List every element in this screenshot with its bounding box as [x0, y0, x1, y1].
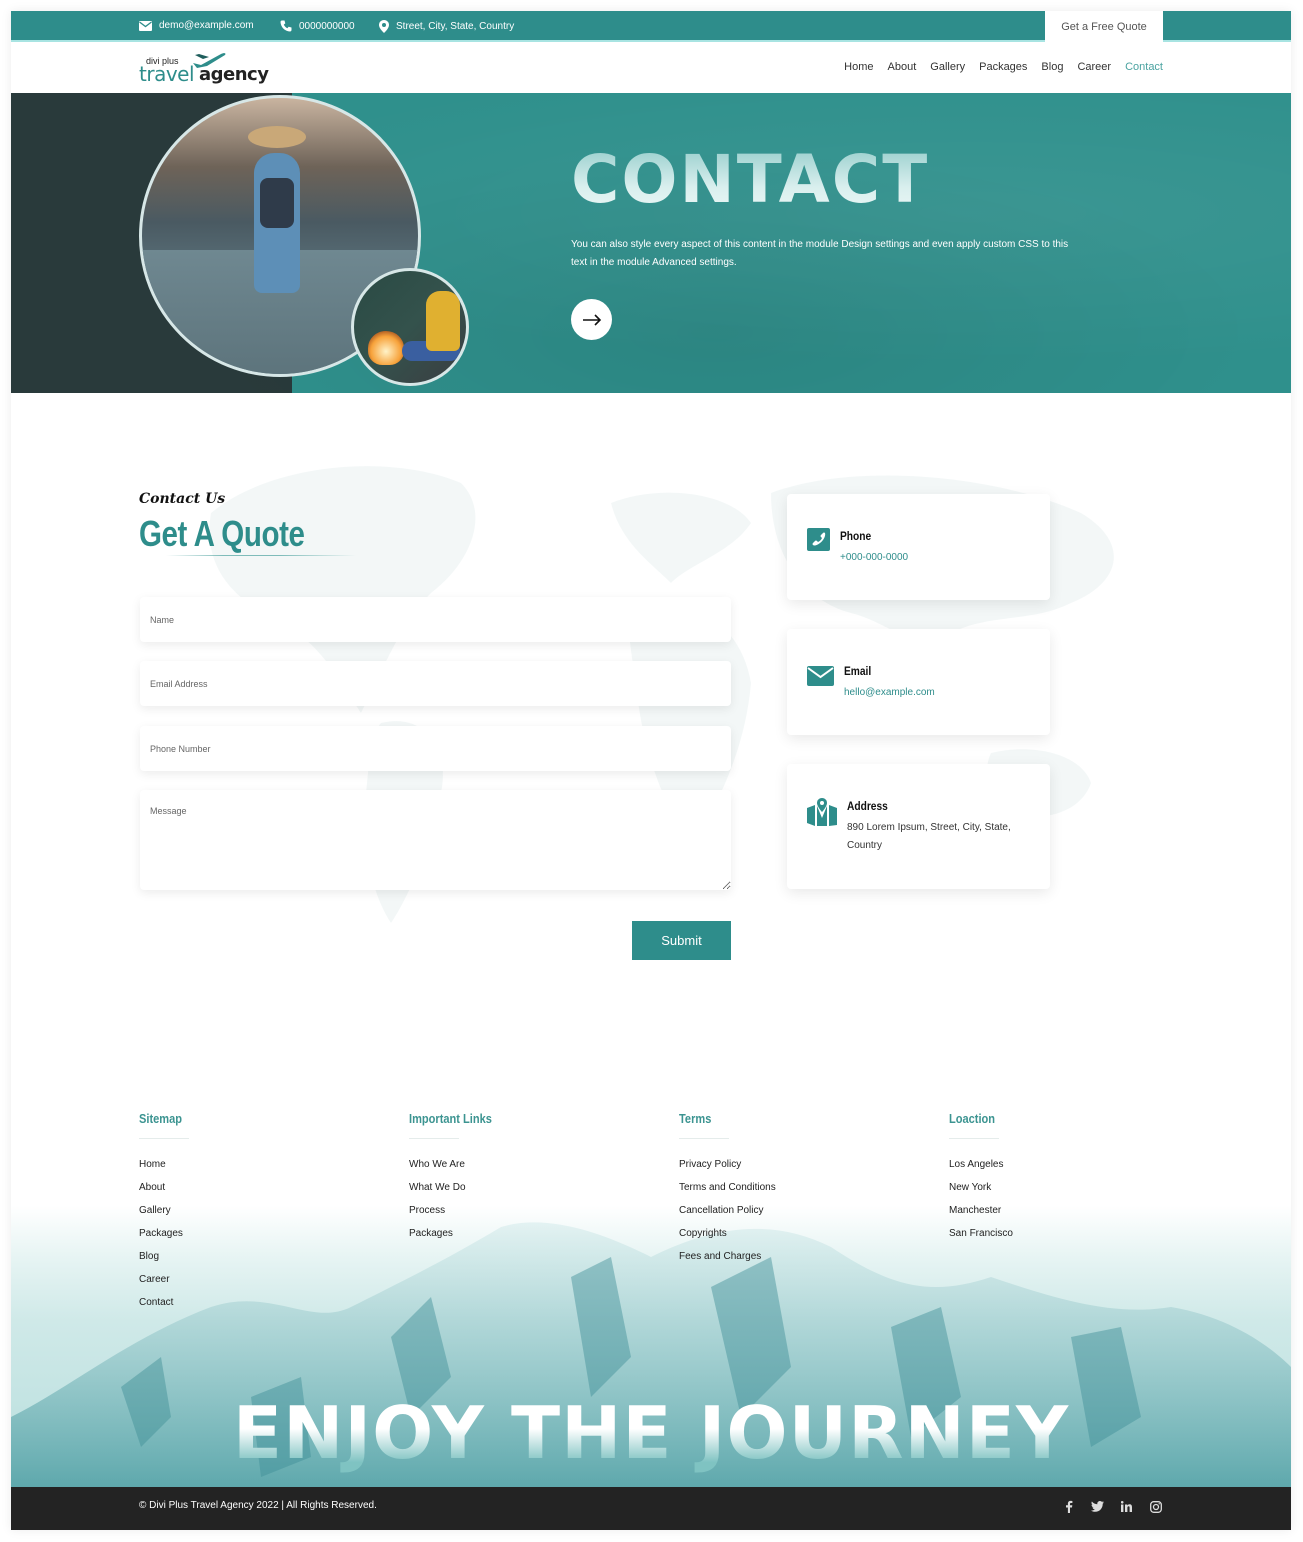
footer-link[interactable]: Blog: [139, 1251, 359, 1274]
nav-packages[interactable]: Packages: [979, 61, 1027, 73]
hero-description: You can also style every aspect of this …: [571, 239, 1069, 268]
hero-banner: CONTACT You can also style every aspect …: [11, 93, 1291, 393]
topbar-address-text: Street, City, State, Country: [396, 21, 515, 32]
address-card-title: Address: [847, 799, 888, 813]
nav-about[interactable]: About: [888, 61, 917, 73]
email-icon: [807, 666, 834, 686]
footer-link[interactable]: Career: [139, 1274, 359, 1297]
submit-button[interactable]: Submit: [632, 921, 731, 960]
address-card: Address 890 Lorem Ipsum, Street, City, S…: [787, 764, 1050, 889]
topbar-phone[interactable]: 0000000000: [280, 20, 355, 32]
nav-contact[interactable]: Contact: [1125, 61, 1163, 73]
nav-gallery[interactable]: Gallery: [930, 61, 965, 73]
footer-link[interactable]: Who We Are: [409, 1159, 629, 1182]
footer-column-terms: Terms Privacy Policy Terms and Condition…: [679, 1111, 899, 1274]
phone-icon: [280, 20, 292, 32]
email-card-value[interactable]: hello@example.com: [844, 687, 935, 698]
footer-link[interactable]: About: [139, 1182, 359, 1205]
contact-section: Contact Us Get A Quote Submit Phone +000…: [11, 393, 1291, 1073]
name-field[interactable]: [140, 597, 731, 642]
footer-link[interactable]: Packages: [409, 1228, 629, 1251]
arrow-right-icon: [582, 313, 601, 326]
footer-heading: Loaction: [949, 1111, 996, 1126]
heading-underline: [409, 1138, 459, 1139]
main-nav: Home About Gallery Packages Blog Career …: [830, 61, 1163, 73]
logo-agency-text: agency: [199, 64, 269, 85]
footer-link[interactable]: Contact: [139, 1297, 359, 1320]
footer-link[interactable]: Home: [139, 1159, 359, 1182]
hero-arrow-button[interactable]: [571, 299, 612, 340]
topbar-phone-text: 0000000000: [299, 20, 355, 32]
topbar-email[interactable]: demo@example.com: [139, 20, 254, 31]
email-card-title: Email: [844, 664, 872, 678]
nav-blog[interactable]: Blog: [1041, 61, 1063, 73]
footer-link[interactable]: Copyrights: [679, 1228, 899, 1251]
footer-link[interactable]: What We Do: [409, 1182, 629, 1205]
nav-home[interactable]: Home: [844, 61, 873, 73]
envelope-icon: [139, 20, 152, 31]
copyright-text: © Divi Plus Travel Agency 2022 | All Rig…: [139, 1500, 377, 1511]
footer-heading: Important Links: [409, 1111, 492, 1126]
footer-link[interactable]: Fees and Charges: [679, 1251, 899, 1274]
map-icon: [807, 798, 837, 826]
footer-heading: Terms: [679, 1111, 712, 1126]
logo[interactable]: divi plus travel agency: [139, 51, 269, 87]
topbar-address[interactable]: Street, City, State, Country: [379, 20, 514, 33]
topbar-email-text: demo@example.com: [159, 20, 254, 31]
address-card-value: 890 Lorem Ipsum, Street, City, State, Co…: [847, 822, 1011, 851]
footer-link[interactable]: Packages: [139, 1228, 359, 1251]
hero-title: CONTACT: [571, 141, 930, 218]
page: demo@example.com 0000000000 Street, City…: [11, 11, 1291, 1530]
linkedin-icon[interactable]: [1119, 1499, 1134, 1514]
footer-link[interactable]: Privacy Policy: [679, 1159, 899, 1182]
location-pin-icon: [379, 20, 389, 33]
footer-link[interactable]: Terms and Conditions: [679, 1182, 899, 1205]
heading-underline: [139, 1138, 189, 1139]
footer-column-sitemap: Sitemap Home About Gallery Packages Blog…: [139, 1111, 359, 1320]
nav-career[interactable]: Career: [1077, 61, 1111, 73]
phone-card-title: Phone: [840, 529, 872, 543]
site-footer: Sitemap Home About Gallery Packages Blog…: [11, 1073, 1291, 1487]
footer-link[interactable]: Gallery: [139, 1205, 359, 1228]
phone-card-value[interactable]: +000-000-0000: [840, 552, 908, 563]
footer-link[interactable]: Cancellation Policy: [679, 1205, 899, 1228]
footer-column-important-links: Important Links Who We Are What We Do Pr…: [409, 1111, 629, 1251]
get-a-quote-title: Get A Quote: [139, 513, 305, 554]
email-card: Email hello@example.com: [787, 629, 1050, 735]
footer-link[interactable]: Process: [409, 1205, 629, 1228]
heading-underline: [949, 1138, 999, 1139]
hero-campfire-photo: [351, 268, 469, 386]
message-field[interactable]: [140, 790, 731, 890]
footer-link[interactable]: Manchester: [949, 1205, 1169, 1228]
footer-heading: Sitemap: [139, 1111, 182, 1126]
footer-link[interactable]: New York: [949, 1182, 1169, 1205]
footer-slogan: ENJOY THE JOURNEY: [11, 1391, 1291, 1475]
twitter-icon[interactable]: [1090, 1499, 1105, 1514]
social-links: [1061, 1499, 1163, 1514]
footer-column-location: Loaction Los Angeles New York Manchester…: [949, 1111, 1169, 1251]
phone-icon: [807, 528, 830, 551]
email-field[interactable]: [140, 661, 731, 706]
heading-underline: [679, 1138, 729, 1139]
site-header: divi plus travel agency Home About Galle…: [11, 43, 1291, 93]
bottom-bar: © Divi Plus Travel Agency 2022 | All Rig…: [11, 1487, 1291, 1530]
phone-card: Phone +000-000-0000: [787, 494, 1050, 600]
top-bar: demo@example.com 0000000000 Street, City…: [11, 11, 1291, 43]
phone-number-field[interactable]: [140, 726, 731, 771]
get-free-quote-button[interactable]: Get a Free Quote: [1045, 11, 1163, 43]
footer-link[interactable]: San Francisco: [949, 1228, 1169, 1251]
footer-link[interactable]: Los Angeles: [949, 1159, 1169, 1182]
instagram-icon[interactable]: [1148, 1499, 1163, 1514]
title-underline: [166, 555, 356, 556]
contact-eyebrow: Contact Us: [139, 491, 226, 507]
facebook-icon[interactable]: [1061, 1499, 1076, 1514]
logo-travel-text: travel: [139, 62, 195, 86]
